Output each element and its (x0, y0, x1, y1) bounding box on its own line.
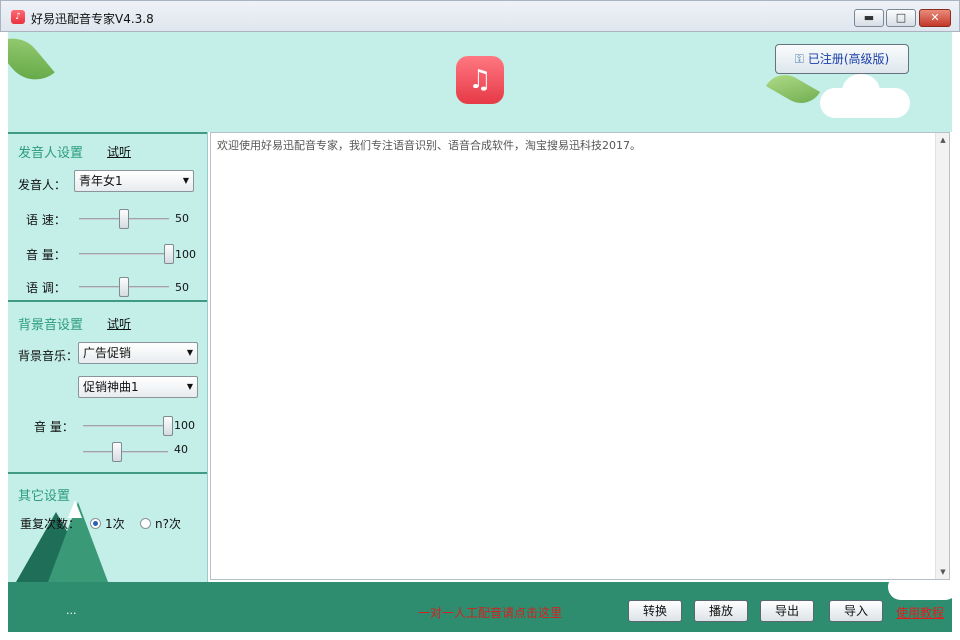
pitch-slider[interactable] (79, 277, 169, 297)
tutorial-link[interactable]: 使用教程 (896, 604, 944, 621)
repeat-n-radio[interactable]: n?次 (140, 515, 181, 532)
speaker-select[interactable]: 青年女1 ▼ (74, 170, 194, 192)
play-button[interactable]: 播放 (694, 600, 748, 622)
slider-track (83, 425, 168, 427)
import-button[interactable]: 导入 (829, 600, 883, 622)
bgm-category-value: 广告促销 (83, 346, 132, 360)
repeat-label: 重复次数： (20, 517, 81, 531)
maximize-button[interactable]: □ (886, 9, 916, 27)
chevron-down-icon: ▼ (182, 176, 189, 185)
volume-value: 100 (175, 248, 196, 261)
repeat-once-radio[interactable]: 1次 (90, 515, 125, 532)
convert-button[interactable]: 转换 (628, 600, 682, 622)
text-editor[interactable]: 欢迎使用好易迅配音专家，我们专注语音识别、语音合成软件，淘宝搜易迅科技2017。… (210, 132, 950, 580)
music-note-icon: ♫ (456, 56, 504, 104)
slider-thumb[interactable] (164, 244, 174, 264)
speed-label: 语 速： (26, 213, 66, 227)
cloud-decoration (888, 582, 952, 600)
bgm-second-value: 40 (174, 443, 188, 456)
registered-button[interactable]: ⚿ 已注册(高级版) (775, 44, 909, 74)
voice-trial-link[interactable]: 试听 (107, 143, 131, 160)
radio-label: 1次 (105, 517, 125, 531)
slider-thumb[interactable] (163, 416, 173, 436)
minimize-button[interactable]: ▬ (854, 9, 884, 27)
leaf-decoration (8, 32, 55, 92)
window-title: 好易迅配音专家V4.3.8 (31, 12, 154, 26)
cloud-decoration (820, 74, 910, 118)
pitch-label: 语 调： (26, 281, 66, 295)
scroll-down-icon[interactable]: ▼ (936, 565, 950, 579)
bgm-volume-value: 100 (174, 419, 195, 432)
bgm-category-select[interactable]: 广告促销 ▼ (78, 342, 198, 364)
other-settings-title: 其它设置 (18, 489, 71, 504)
slider-track (79, 253, 169, 255)
app-icon: ♪ (11, 10, 25, 24)
radio-label: n?次 (155, 517, 181, 531)
slider-thumb[interactable] (119, 277, 129, 297)
export-button[interactable]: 导出 (760, 600, 814, 622)
radio-dot (140, 518, 151, 529)
volume-slider[interactable] (79, 244, 174, 264)
bgm-trial-link[interactable]: 试听 (107, 315, 131, 332)
divider (8, 132, 207, 134)
speaker-label: 发音人： (18, 178, 67, 192)
vertical-scrollbar[interactable]: ▲ ▼ (935, 133, 949, 579)
scroll-up-icon[interactable]: ▲ (936, 133, 950, 147)
bottom-toolbar: ... 一对一人工配音请点击这里 转换 播放 导出 导入 使用教程 (8, 582, 952, 632)
radio-dot (90, 518, 101, 529)
title-bar: ♪ 好易迅配音专家V4.3.8 ▬ □ ✕ (0, 0, 960, 32)
slider-thumb[interactable] (112, 442, 122, 462)
editor-text[interactable]: 欢迎使用好易迅配音专家，我们专注语音识别、语音合成软件，淘宝搜易迅科技2017。 (217, 137, 641, 153)
status-text: ... (66, 604, 77, 617)
registered-label: 已注册(高级版) (807, 52, 890, 66)
divider (8, 300, 207, 302)
bgm-track-select[interactable]: 促销神曲1 ▼ (78, 376, 198, 398)
bgm-music-label: 背景音乐： (18, 349, 79, 363)
chevron-down-icon: ▼ (186, 348, 193, 357)
slider-thumb[interactable] (119, 209, 129, 229)
human-dubbing-link[interactable]: 一对一人工配音请点击这里 (418, 604, 562, 621)
divider (8, 472, 207, 474)
speed-value: 50 (175, 212, 189, 225)
header-banner: ♫ ⚿ 已注册(高级版) (8, 32, 952, 132)
speaker-value: 青年女1 (79, 174, 123, 188)
bgm-second-slider[interactable] (83, 442, 168, 462)
voice-settings-title: 发音人设置 (18, 146, 84, 161)
chevron-down-icon: ▼ (186, 382, 193, 391)
bgm-settings-title: 背景音设置 (18, 318, 84, 333)
bgm-track-value: 促销神曲1 (83, 380, 139, 394)
bgm-volume-slider[interactable] (83, 416, 173, 436)
pitch-value: 50 (175, 281, 189, 294)
close-button[interactable]: ✕ (919, 9, 951, 27)
bgm-volume-label: 音 量： (34, 420, 74, 434)
speed-slider[interactable] (79, 209, 169, 229)
key-icon: ⚿ (794, 52, 804, 66)
slider-track (83, 451, 168, 453)
settings-panel: 发音人设置 试听 发音人： 青年女1 ▼ 语 速： 50 音 量： 100 语 … (8, 132, 208, 582)
volume-label: 音 量： (26, 248, 66, 262)
